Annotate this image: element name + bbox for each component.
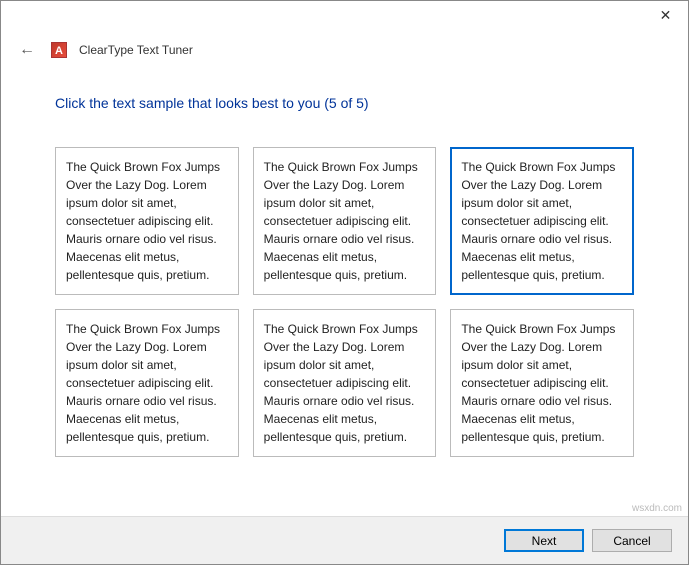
header: ← A ClearType Text Tuner (1, 33, 688, 71)
watermark: wsxdn.com (632, 503, 682, 514)
footer: Next Cancel (1, 516, 688, 564)
app-title: ClearType Text Tuner (79, 43, 193, 57)
text-sample-3[interactable]: The Quick Brown Fox Jumps Over the Lazy … (450, 147, 634, 295)
text-sample-6[interactable]: The Quick Brown Fox Jumps Over the Lazy … (450, 309, 634, 457)
text-sample-1[interactable]: The Quick Brown Fox Jumps Over the Lazy … (55, 147, 239, 295)
instruction-text: Click the text sample that looks best to… (55, 95, 634, 111)
text-sample-2[interactable]: The Quick Brown Fox Jumps Over the Lazy … (253, 147, 437, 295)
content-area: Click the text sample that looks best to… (1, 71, 688, 457)
back-arrow-icon: ← (19, 41, 35, 58)
cancel-button[interactable]: Cancel (592, 529, 672, 552)
titlebar: ✕ (1, 1, 688, 33)
back-button[interactable]: ← (15, 39, 39, 61)
next-button[interactable]: Next (504, 529, 584, 552)
close-button[interactable]: ✕ (643, 1, 688, 29)
text-sample-5[interactable]: The Quick Brown Fox Jumps Over the Lazy … (253, 309, 437, 457)
text-sample-4[interactable]: The Quick Brown Fox Jumps Over the Lazy … (55, 309, 239, 457)
app-icon: A (51, 42, 67, 58)
close-icon: ✕ (660, 7, 672, 24)
sample-grid: The Quick Brown Fox Jumps Over the Lazy … (55, 147, 634, 457)
